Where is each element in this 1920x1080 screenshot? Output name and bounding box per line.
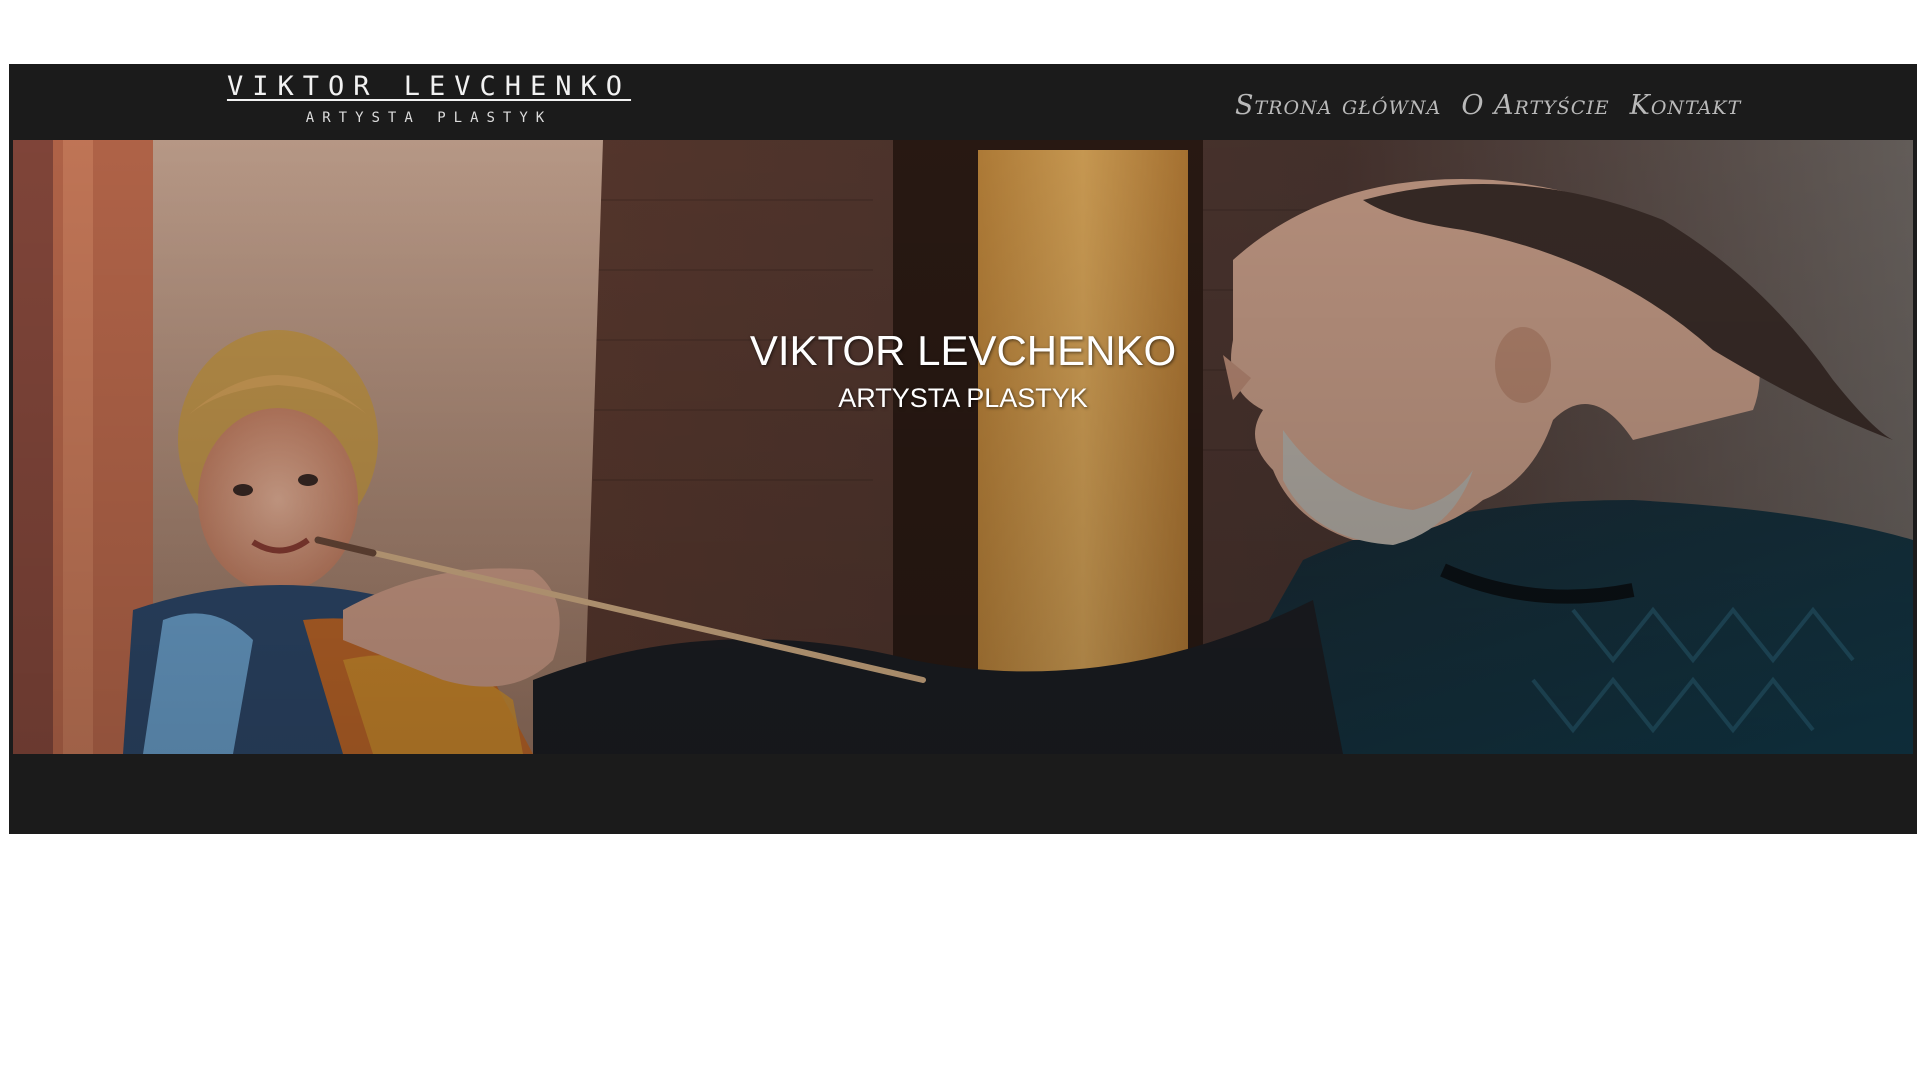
nav-link-home[interactable]: Strona główna [1235,90,1441,121]
site-frame: VIKTOR LEVCHENKO ARTYSTA PLASTYK Strona … [9,64,1917,834]
hero-banner: VIKTOR LEVCHENKO ARTYSTA PLASTYK [13,140,1913,754]
hero-text: VIKTOR LEVCHENKO ARTYSTA PLASTYK [13,326,1913,416]
hero-photo-artist-painting [13,140,1913,754]
nav-link-about-artist[interactable]: O Artyście [1461,90,1609,121]
hero-subtitle: ARTYSTA PLASTYK [838,383,1088,413]
logo-name[interactable]: VIKTOR LEVCHENKO [227,70,631,104]
main-navigation: Strona główna O Artyście Kontakt [1235,90,1741,121]
hero-title: VIKTOR LEVCHENKO [749,327,1177,374]
logo-subtitle: ARTYSTA PLASTYK [305,110,553,126]
nav-link-contact[interactable]: Kontakt [1630,90,1742,121]
site-logo[interactable]: VIKTOR LEVCHENKO ARTYSTA PLASTYK [219,70,639,128]
site-header: VIKTOR LEVCHENKO ARTYSTA PLASTYK Strona … [9,64,1917,139]
